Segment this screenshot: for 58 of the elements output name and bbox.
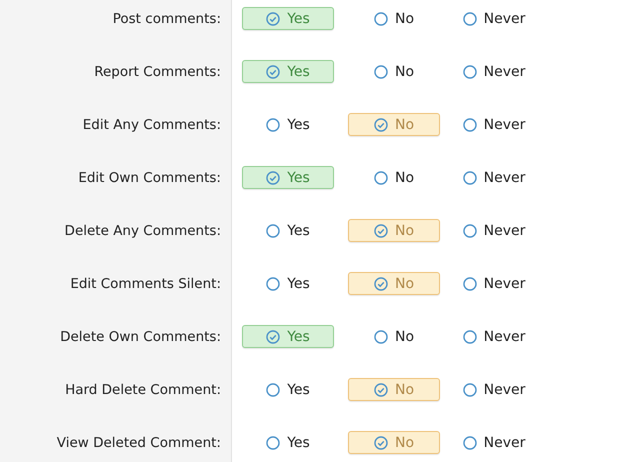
option-button[interactable]: No — [348, 7, 440, 30]
radio-icon — [462, 170, 477, 184]
check-circle-icon — [266, 12, 280, 26]
radio-icon — [374, 330, 388, 344]
radio-icon — [462, 64, 477, 78]
permission-label: Edit Own Comments: — [78, 170, 221, 186]
option-button[interactable]: No — [348, 166, 440, 189]
permission-label: Delete Any Comments: — [64, 222, 221, 238]
option-button[interactable]: Yes — [242, 7, 334, 30]
permission-label: Edit Comments Silent: — [70, 276, 221, 292]
radio-icon — [462, 224, 477, 238]
check-circle-icon — [374, 224, 388, 238]
radio-icon — [374, 12, 388, 26]
permission-label: Delete Own Comments: — [60, 328, 221, 344]
option-button[interactable]: Yes — [242, 272, 334, 295]
check-circle-icon — [374, 276, 388, 290]
radio-icon — [462, 12, 477, 26]
permission-label: View Deleted Comment: — [56, 434, 221, 450]
radio-icon — [374, 170, 388, 184]
option-button[interactable]: Never — [448, 431, 540, 454]
radio-icon — [462, 330, 477, 344]
option-button[interactable]: Never — [448, 378, 540, 401]
check-circle-icon — [266, 170, 280, 184]
option-button[interactable]: Never — [448, 113, 540, 136]
option-button[interactable]: Never — [448, 166, 540, 189]
check-circle-icon — [374, 436, 388, 450]
check-circle-icon — [374, 382, 388, 396]
radio-icon — [266, 436, 280, 450]
radio-icon — [462, 436, 477, 450]
radio-icon — [374, 64, 388, 78]
option-button[interactable]: Never — [448, 7, 540, 30]
option-button[interactable]: Never — [448, 272, 540, 295]
radio-icon — [462, 382, 477, 396]
radio-icon — [266, 118, 280, 132]
option-button[interactable]: Yes — [242, 378, 334, 401]
option-button[interactable]: Never — [448, 325, 540, 348]
radio-icon — [462, 276, 477, 290]
radio-icon — [266, 276, 280, 290]
option-button[interactable]: Yes — [242, 219, 334, 242]
permission-label: Report Comments: — [94, 64, 221, 80]
radio-icon — [266, 224, 280, 238]
check-circle-icon — [374, 118, 388, 132]
option-button[interactable]: No — [348, 325, 440, 348]
check-circle-icon — [266, 64, 280, 78]
option-button[interactable]: Yes — [242, 166, 334, 189]
option-button[interactable]: No — [348, 60, 440, 83]
option-button[interactable]: Never — [448, 219, 540, 242]
option-button[interactable]: Yes — [242, 431, 334, 454]
radio-icon — [462, 118, 477, 132]
option-button[interactable]: Yes — [242, 60, 334, 83]
option-button[interactable]: Never — [448, 60, 540, 83]
permission-label: Hard Delete Comment: — [65, 382, 221, 398]
radio-icon — [266, 382, 280, 396]
permission-label: Edit Any Comments: — [82, 116, 221, 132]
option-button[interactable]: Yes — [242, 113, 334, 136]
option-button[interactable]: Yes — [242, 325, 334, 348]
permission-label: Post comments: — [112, 10, 221, 26]
check-circle-icon — [266, 330, 280, 344]
